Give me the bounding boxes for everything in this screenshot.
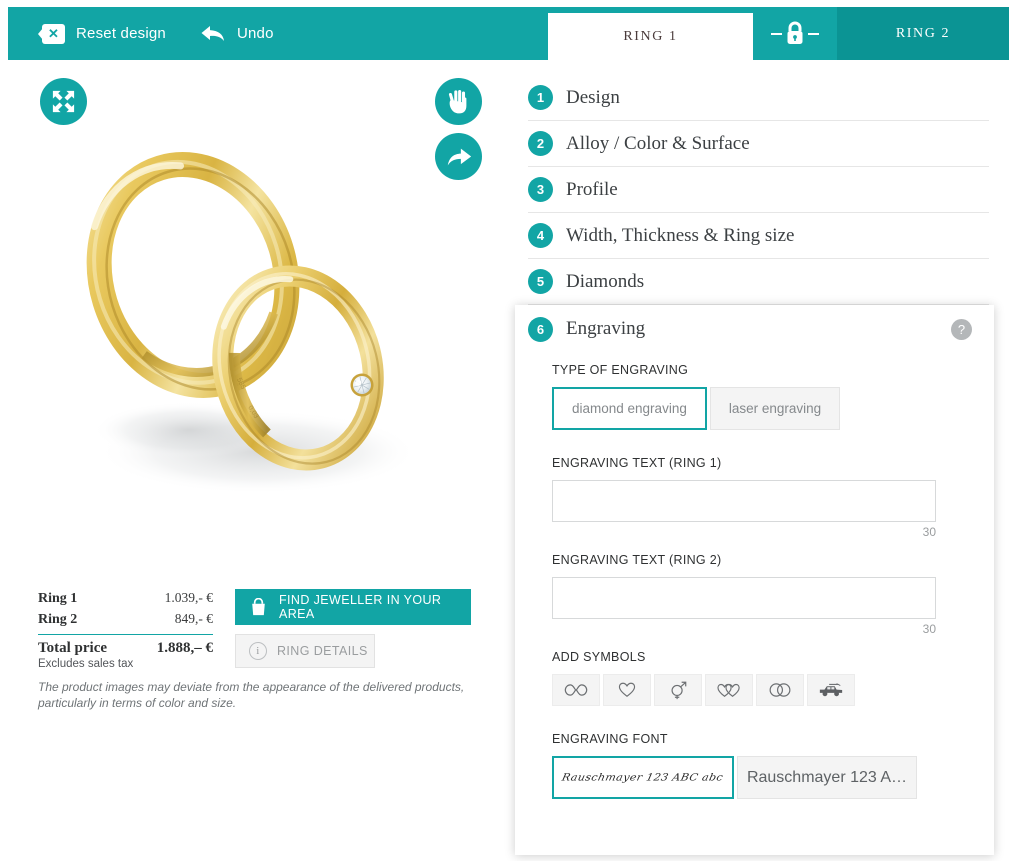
step-number: 4 bbox=[528, 223, 553, 248]
question-mark-icon[interactable]: ? bbox=[951, 319, 972, 340]
lock-dash-left bbox=[771, 32, 782, 35]
sidebar-item-profile[interactable]: 3 Profile bbox=[528, 167, 989, 213]
engraving-text-ring2-group: ENGRAVING TEXT (RING 2) 30 bbox=[552, 553, 957, 636]
engraving-text-ring2-input[interactable] bbox=[552, 577, 936, 619]
tab-ring-2[interactable]: RING 2 bbox=[837, 7, 1009, 60]
lock-rings-toggle[interactable] bbox=[753, 7, 837, 60]
engraving-font-sans-option[interactable]: Rauschmayer 123 A… bbox=[737, 756, 917, 799]
price-ring1-value: 1.039,- € bbox=[164, 590, 213, 605]
undo-button[interactable]: Undo bbox=[200, 23, 274, 45]
tab-ring-2-label: RING 2 bbox=[895, 25, 951, 41]
engraving-type-laser-option[interactable]: laser engraving bbox=[709, 387, 841, 430]
cta-buttons: FIND JEWELLER IN YOUR AREA i RING DETAIL… bbox=[235, 589, 471, 668]
heart-icon[interactable] bbox=[603, 674, 651, 706]
engraving-text-ring1-counter: 30 bbox=[922, 525, 936, 539]
step-label: Alloy / Color & Surface bbox=[566, 132, 750, 154]
engraving-type-options: diamond engraving laser engraving bbox=[552, 387, 957, 430]
step-label: Width, Thickness & Ring size bbox=[566, 224, 795, 246]
lock-icon bbox=[782, 19, 808, 49]
price-row-ring2: Ring 2 849,- € bbox=[38, 609, 213, 630]
undo-label: Undo bbox=[236, 25, 274, 42]
engraving-type-diamond-label: diamond engraving bbox=[572, 401, 687, 416]
engraving-text-ring1-group: ENGRAVING TEXT (RING 1) 30 bbox=[552, 456, 957, 539]
ring-tabs: RING 1 RING 2 bbox=[548, 7, 1009, 60]
sidebar-item-diamonds[interactable]: 5 Diamonds bbox=[528, 259, 989, 305]
price-total-label: Total price bbox=[38, 640, 108, 656]
two-rings-icon[interactable] bbox=[756, 674, 804, 706]
engraving-type-diamond-option[interactable]: diamond engraving bbox=[552, 387, 707, 430]
symbol-buttons bbox=[552, 674, 957, 706]
infinity-icon[interactable] bbox=[552, 674, 600, 706]
step-number: 2 bbox=[528, 131, 553, 156]
engraving-text-ring2-counter: 30 bbox=[922, 622, 936, 636]
engraving-font-options: Rauschmayer 123 ABC abc Rauschmayer 123 … bbox=[552, 756, 957, 799]
rings-image[interactable]: 585 0,03 bbox=[8, 100, 515, 570]
step-label: Diamonds bbox=[566, 270, 645, 292]
configuration-steps: 1 Design 2 Alloy / Color & Surface 3 Pro… bbox=[515, 75, 1009, 305]
price-row-total: Total price 1.888,– € bbox=[38, 634, 213, 657]
step-number: 6 bbox=[528, 316, 553, 342]
reset-design-label: Reset design bbox=[76, 25, 166, 42]
ring-details-label: RING DETAILS bbox=[277, 644, 368, 658]
price-ring2-label: Ring 2 bbox=[38, 612, 78, 627]
sidebar-item-design[interactable]: 1 Design bbox=[528, 75, 989, 121]
car-icon[interactable] bbox=[807, 674, 855, 706]
step-number: 5 bbox=[528, 269, 553, 294]
engraving-font-label: ENGRAVING FONT bbox=[552, 732, 668, 746]
price-summary: Ring 1 1.039,- € Ring 2 849,- € Total pr… bbox=[38, 588, 213, 670]
engraving-font-script-option[interactable]: Rauschmayer 123 ABC abc bbox=[552, 756, 734, 799]
price-ring2-value: 849,- € bbox=[174, 611, 213, 626]
ring-configurator-app: ✕ Reset design Undo RING 1 RING 2 585 0,… bbox=[0, 0, 1009, 861]
step-number: 3 bbox=[528, 177, 553, 202]
undo-arrow-icon bbox=[200, 23, 226, 45]
engraving-text-ring2-label: ENGRAVING TEXT (RING 2) bbox=[552, 553, 722, 567]
add-symbols-label: ADD SYMBOLS bbox=[552, 650, 646, 664]
tab-ring-1[interactable]: RING 1 bbox=[548, 13, 753, 60]
engraving-title: Engraving bbox=[566, 318, 646, 339]
ring-details-button[interactable]: i RING DETAILS bbox=[235, 634, 375, 668]
shopping-bag-icon bbox=[249, 597, 268, 617]
engraving-text-ring1-input[interactable] bbox=[552, 480, 936, 522]
tax-note: Excludes sales tax bbox=[38, 658, 134, 670]
sidebar-item-alloy-color-surface[interactable]: 2 Alloy / Color & Surface bbox=[528, 121, 989, 167]
price-total-value: 1.888,– € bbox=[156, 640, 213, 656]
type-of-engraving-label: TYPE OF ENGRAVING bbox=[552, 363, 689, 377]
top-toolbar: ✕ Reset design Undo RING 1 RING 2 bbox=[8, 7, 1009, 60]
reset-design-button[interactable]: ✕ Reset design bbox=[38, 23, 166, 44]
find-jeweller-button[interactable]: FIND JEWELLER IN YOUR AREA bbox=[235, 589, 471, 625]
step-label: Profile bbox=[566, 178, 618, 200]
step-label: Design bbox=[566, 86, 620, 108]
engraving-type-laser-label: laser engraving bbox=[728, 401, 822, 416]
engraving-font-script-label: Rauschmayer 123 ABC abc bbox=[561, 771, 725, 784]
info-icon: i bbox=[249, 642, 267, 660]
engraving-text-ring1-label: ENGRAVING TEXT (RING 1) bbox=[552, 456, 722, 470]
price-row-ring1: Ring 1 1.039,- € bbox=[38, 588, 213, 609]
step-number: 1 bbox=[528, 85, 553, 110]
engraving-panel: 6 Engraving ? TYPE OF ENGRAVING diamond … bbox=[515, 305, 994, 855]
gender-symbols-icon[interactable] bbox=[654, 674, 702, 706]
two-hearts-icon[interactable] bbox=[705, 674, 753, 706]
product-viewer: 585 0,03 bbox=[8, 60, 515, 580]
engraving-panel-header[interactable]: 6 Engraving ? bbox=[515, 305, 994, 353]
find-jeweller-label: FIND JEWELLER IN YOUR AREA bbox=[279, 593, 442, 621]
toolbar-actions: ✕ Reset design Undo bbox=[8, 7, 274, 60]
product-disclaimer: The product images may deviate from the … bbox=[38, 680, 465, 711]
close-x-icon: ✕ bbox=[38, 23, 65, 44]
engraving-panel-body: TYPE OF ENGRAVING diamond engraving lase… bbox=[515, 353, 994, 799]
lock-dash-right bbox=[808, 32, 819, 35]
engraving-font-sans-label: Rauschmayer 123 A… bbox=[746, 768, 908, 786]
price-ring1-label: Ring 1 bbox=[38, 591, 78, 606]
sidebar-item-width-thickness-ring-size[interactable]: 4 Width, Thickness & Ring size bbox=[528, 213, 989, 259]
tab-ring-1-label: RING 1 bbox=[623, 28, 678, 44]
